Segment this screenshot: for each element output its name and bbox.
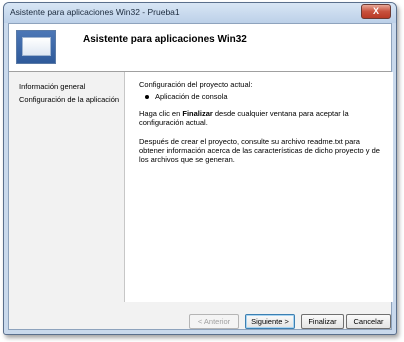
wizard-window: Asistente para aplicaciones Win32 - Prue… (3, 2, 397, 335)
info-text: Después de crear el proyecto, consulte s… (139, 137, 380, 164)
nav-item-overview[interactable]: Información general (19, 80, 124, 93)
wizard-title: Asistente para aplicaciones Win32 (83, 34, 247, 45)
config-bullet: Aplicación de consola (145, 92, 228, 101)
window-title: Asistente para aplicaciones Win32 - Prue… (10, 7, 180, 17)
cancel-button[interactable]: Cancelar (346, 314, 391, 329)
wizard-window-icon (16, 30, 56, 64)
nav-item-app-settings[interactable]: Configuración de la aplicación (19, 93, 124, 106)
finish-button[interactable]: Finalizar (301, 314, 344, 329)
config-bullet-text: Aplicación de consola (155, 92, 228, 101)
wizard-nav: Información general Configuración de la … (19, 80, 124, 106)
client-area: Asistente para aplicaciones Win32 Inform… (8, 23, 393, 330)
back-button[interactable]: < Anterior (189, 314, 239, 329)
content-panel: Configuración del proyecto actual: Aplic… (124, 72, 393, 302)
close-button[interactable]: X (361, 4, 391, 19)
instruction-text: Haga clic en Finalizar desde cualquier v… (139, 109, 349, 127)
title-bar[interactable]: Asistente para aplicaciones Win32 - Prue… (4, 3, 396, 23)
wizard-header: Asistente para aplicaciones Win32 (9, 24, 391, 72)
config-label: Configuración del proyecto actual: (139, 80, 253, 89)
bullet-icon (145, 95, 149, 100)
next-button[interactable]: Siguiente > (245, 314, 295, 329)
